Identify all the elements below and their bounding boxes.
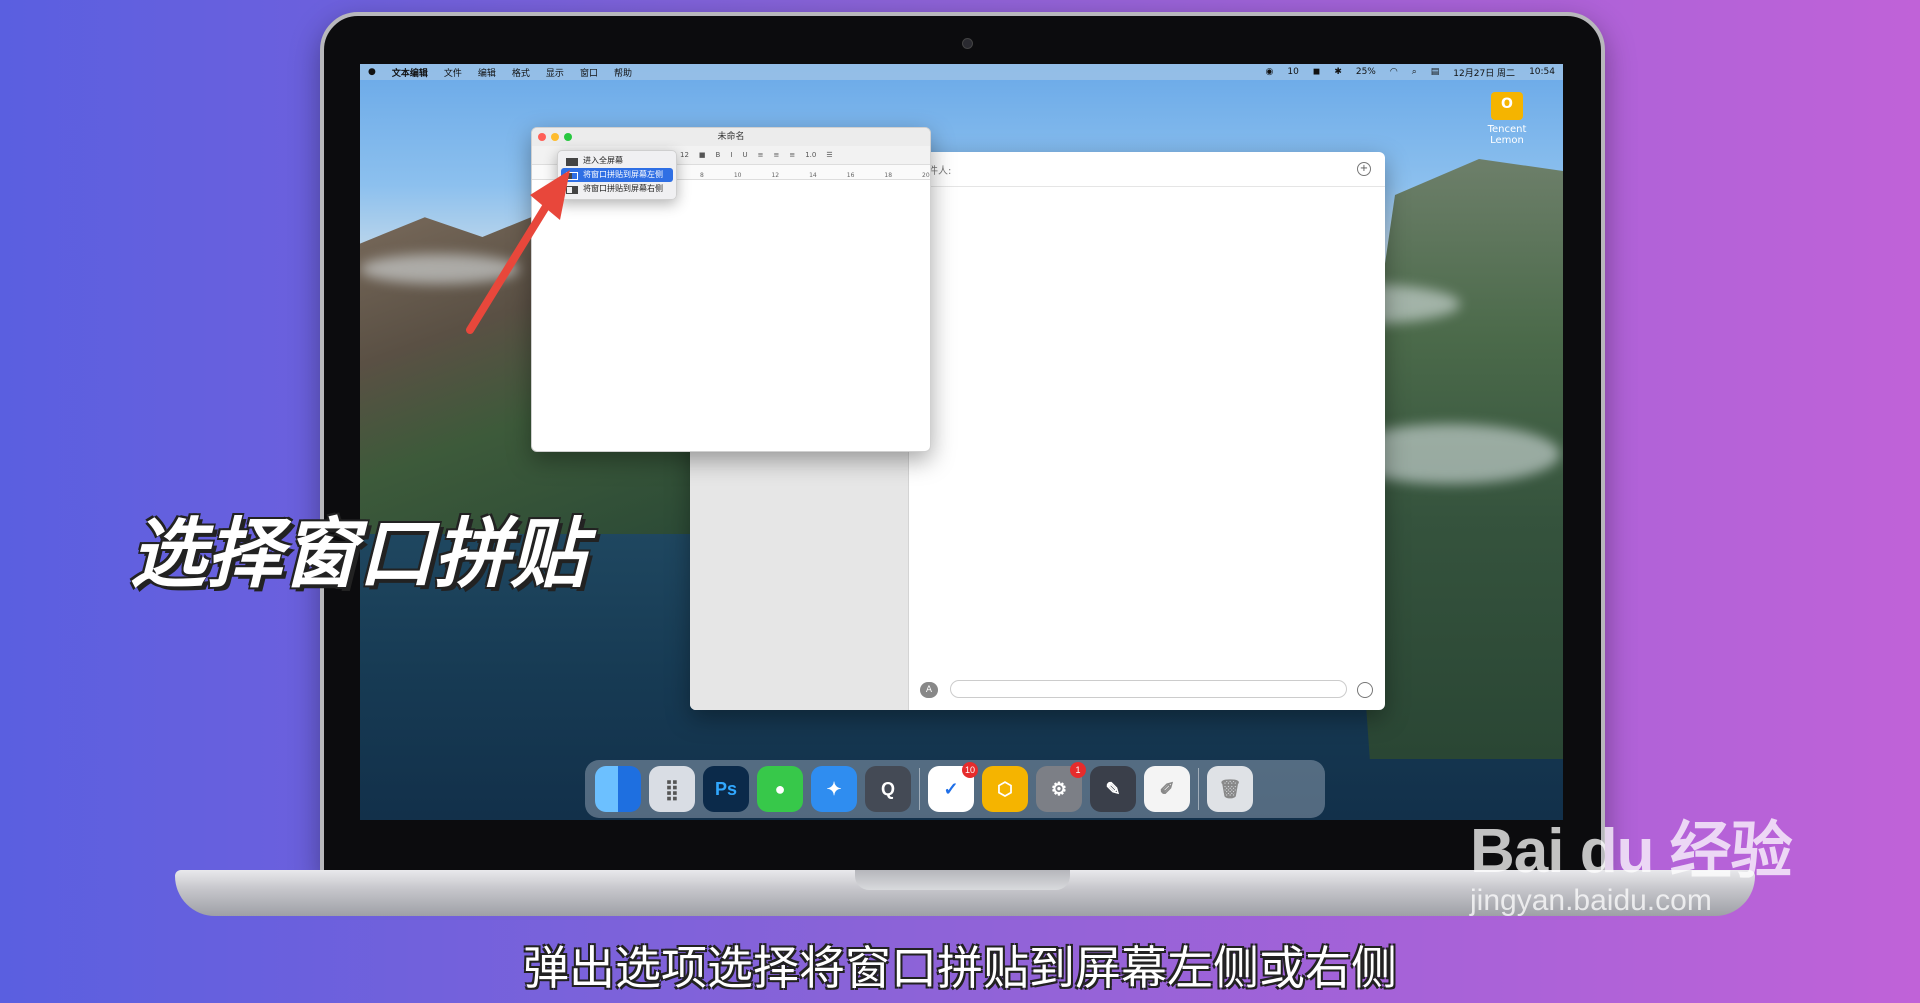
menu-bar: ● 文本编辑 文件 编辑 格式 显示 窗口 帮助 ◉ 10 ◼ ✱ 25% ◠ … — [360, 64, 1563, 80]
dock-finder[interactable] — [595, 766, 641, 812]
line-spacing-select[interactable]: 1.0 — [805, 151, 816, 159]
dock-dingtalk[interactable]: ✓ 10 — [928, 762, 978, 812]
chat-bubble-icon: ● — [774, 778, 786, 799]
menu-view[interactable]: 显示 — [546, 66, 564, 79]
ruler-tick: 16 — [846, 172, 855, 179]
camera-icon — [962, 38, 973, 49]
bold-button[interactable]: B — [716, 151, 721, 159]
dock-system-preferences[interactable]: ⚙ 1 — [1036, 762, 1086, 812]
dock-safari[interactable]: ✦ — [811, 766, 857, 812]
dock-separator — [919, 768, 920, 810]
red-arrow-annotation — [466, 170, 570, 334]
font-size-select[interactable]: 12 — [680, 151, 689, 159]
dock-trash[interactable]: 🗑 — [1207, 766, 1253, 812]
baidu-watermark: Bai du 经验 jingyan.baidu.com — [1470, 800, 1793, 918]
menu-edit[interactable]: 编辑 — [478, 66, 496, 79]
gear-icon: ⚙ — [1050, 778, 1068, 799]
align-left-icon[interactable]: ≡ — [758, 151, 764, 159]
status-icon[interactable]: ◉ — [1266, 67, 1274, 77]
status-count[interactable]: 10 — [1287, 67, 1298, 77]
menu-item-label: 将窗口拼贴到屏幕右侧 — [583, 184, 663, 193]
menu-help[interactable]: 帮助 — [614, 66, 632, 79]
dock-separator — [1198, 768, 1199, 810]
control-center-icon[interactable]: ▤ — [1431, 67, 1440, 77]
message-input[interactable] — [950, 680, 1347, 698]
pen-icon: ✐ — [1159, 778, 1175, 799]
lemon-icon: ⬡ — [997, 778, 1013, 799]
date[interactable]: 12月27日 周二 — [1453, 66, 1515, 79]
italic-button[interactable]: I — [730, 151, 732, 159]
time[interactable]: 10:54 — [1529, 67, 1555, 77]
search-icon[interactable]: ⌕ — [1412, 67, 1417, 77]
ruler-tick: 12 — [771, 172, 780, 179]
add-recipient-icon[interactable]: + — [1357, 162, 1371, 176]
dingtalk-icon: ✓ — [943, 778, 959, 799]
dock-messages[interactable]: ● — [757, 766, 803, 812]
watermark-brand: Bai du 经验 — [1470, 817, 1793, 886]
app-store-icon[interactable]: A — [920, 682, 938, 698]
app-menu[interactable]: 文本编辑 — [392, 66, 428, 79]
ruler-tick: 8 — [700, 172, 704, 179]
minimize-button[interactable] — [551, 133, 559, 141]
titlebar[interactable]: 未命名 — [532, 128, 930, 146]
battery-percent[interactable]: 25% — [1356, 67, 1376, 77]
trash-icon: 🗑 — [1218, 778, 1242, 799]
headline-caption: 选择窗口拼贴 — [130, 509, 586, 598]
badge: 10 — [962, 762, 978, 778]
desktop-icon-tencent-lemon[interactable]: Tencent Lemon — [1477, 92, 1537, 146]
ruler-tick: 18 — [884, 172, 893, 179]
lemon-app-icon — [1491, 92, 1523, 120]
dock-textedit[interactable]: ✐ — [1144, 766, 1190, 812]
dock-photoshop[interactable]: Ps — [703, 766, 749, 812]
quicktime-icon: Q — [880, 778, 895, 799]
dock-quicktime[interactable]: Q — [865, 766, 911, 812]
menu-item-label: 进入全屏幕 — [583, 156, 623, 165]
menu-window[interactable]: 窗口 — [580, 66, 598, 79]
grid-icon: ⣿ — [664, 778, 680, 801]
menu-item-label: 将窗口拼贴到屏幕左侧 — [583, 170, 663, 179]
apple-menu-icon[interactable]: ● — [368, 67, 376, 77]
zoom-button[interactable] — [564, 133, 572, 141]
dock-tencent-lemon[interactable]: ⬡ — [982, 766, 1028, 812]
textedit-window[interactable]: 未命名 12 ■ B I U ≡ ≡ ≡ 1.0 ☰ 8 10 12 14 16… — [531, 127, 931, 452]
bluetooth-icon[interactable]: ✱ — [1334, 67, 1342, 77]
close-button[interactable] — [538, 133, 546, 141]
laptop-notch — [855, 870, 1070, 890]
align-center-icon[interactable]: ≡ — [773, 151, 779, 159]
menu-format[interactable]: 格式 — [512, 66, 530, 79]
hammer-icon: ✎ — [1105, 778, 1121, 799]
wifi-icon[interactable]: ◠ — [1390, 67, 1398, 77]
emoji-icon[interactable] — [1357, 682, 1373, 698]
ruler-tick: 20 — [922, 172, 930, 179]
status-icon[interactable]: ◼ — [1313, 67, 1320, 77]
compass-icon: ✦ — [826, 778, 842, 799]
text-color-swatch[interactable]: ■ — [699, 151, 706, 159]
menu-file[interactable]: 文件 — [444, 66, 462, 79]
dock-xcode[interactable]: ✎ — [1090, 766, 1136, 812]
underline-button[interactable]: U — [742, 151, 747, 159]
list-icon[interactable]: ☰ — [826, 151, 832, 159]
desktop-icon-label: Tencent Lemon — [1487, 124, 1527, 146]
ruler-tick: 10 — [733, 172, 742, 179]
subtitle-caption: 弹出选项选择将窗口拼贴到屏幕左侧或右侧 — [523, 941, 1397, 995]
app-letter: Ps — [714, 778, 738, 799]
dock-launchpad[interactable]: ⣿ — [649, 766, 695, 812]
dock: ⣿ Ps ● ✦ Q ✓ 10 ⬡ ⚙ 1 ✎ ✐ 🗑 — [585, 760, 1325, 818]
divider — [908, 186, 1385, 187]
badge: 1 — [1070, 762, 1086, 778]
window-title: 未命名 — [717, 132, 745, 142]
align-right-icon[interactable]: ≡ — [789, 151, 795, 159]
ruler-tick: 14 — [809, 172, 817, 179]
